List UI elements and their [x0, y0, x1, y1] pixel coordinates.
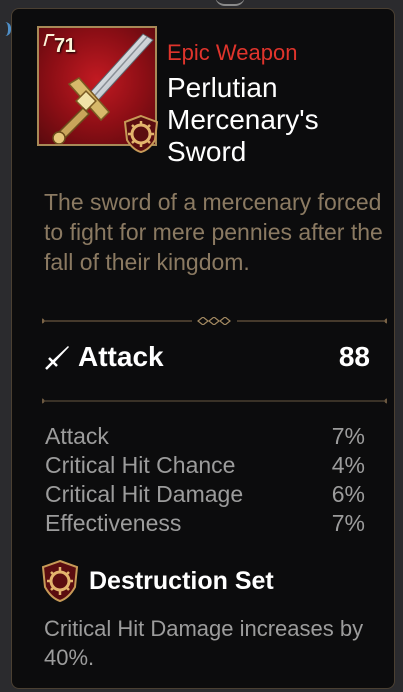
substat-list: Attack 7% Critical Hit Chance 4% Critica… — [45, 423, 365, 539]
destruction-set-badge-icon — [123, 114, 159, 154]
level-mark-icon — [43, 34, 55, 46]
item-grade: Epic Weapon — [167, 40, 298, 65]
substat-label: Effectiveness — [45, 510, 182, 536]
item-tooltip-card: 71 Epic Weapon Perlutian Mercenary's Swo… — [11, 8, 395, 689]
background-fragment — [215, 0, 245, 6]
item-level: 71 — [43, 34, 76, 58]
substat-row: Critical Hit Damage 6% — [45, 481, 365, 510]
main-stat-row: Attack 88 — [44, 339, 374, 379]
ornate-divider — [42, 317, 387, 325]
substat-value: 6% — [331, 481, 365, 507]
set-effect-header: Destruction Set — [39, 559, 369, 605]
substat-row: Attack 7% — [45, 423, 365, 452]
set-description: Critical Hit Damage increases by 40%. — [44, 616, 364, 670]
substat-value: 7% — [331, 423, 365, 449]
main-stat-value: 88 — [338, 341, 370, 372]
substat-label: Attack — [45, 423, 109, 449]
substat-label: Critical Hit Damage — [45, 481, 244, 507]
set-name: Destruction Set — [89, 567, 274, 595]
item-name: Perlutian Mercenary's Sword — [167, 72, 319, 167]
attack-sword-icon — [45, 346, 69, 370]
background-fragment — [0, 22, 11, 36]
stat-divider — [42, 398, 387, 404]
main-stat-label: Attack — [78, 341, 164, 372]
item-description: The sword of a mercenary forced to fight… — [44, 189, 383, 275]
substat-label: Critical Hit Chance — [45, 452, 236, 478]
substat-value: 7% — [331, 510, 365, 536]
substat-value: 4% — [331, 452, 365, 478]
substat-row: Effectiveness 7% — [45, 510, 365, 539]
substat-row: Critical Hit Chance 4% — [45, 452, 365, 481]
destruction-set-icon — [41, 559, 79, 603]
